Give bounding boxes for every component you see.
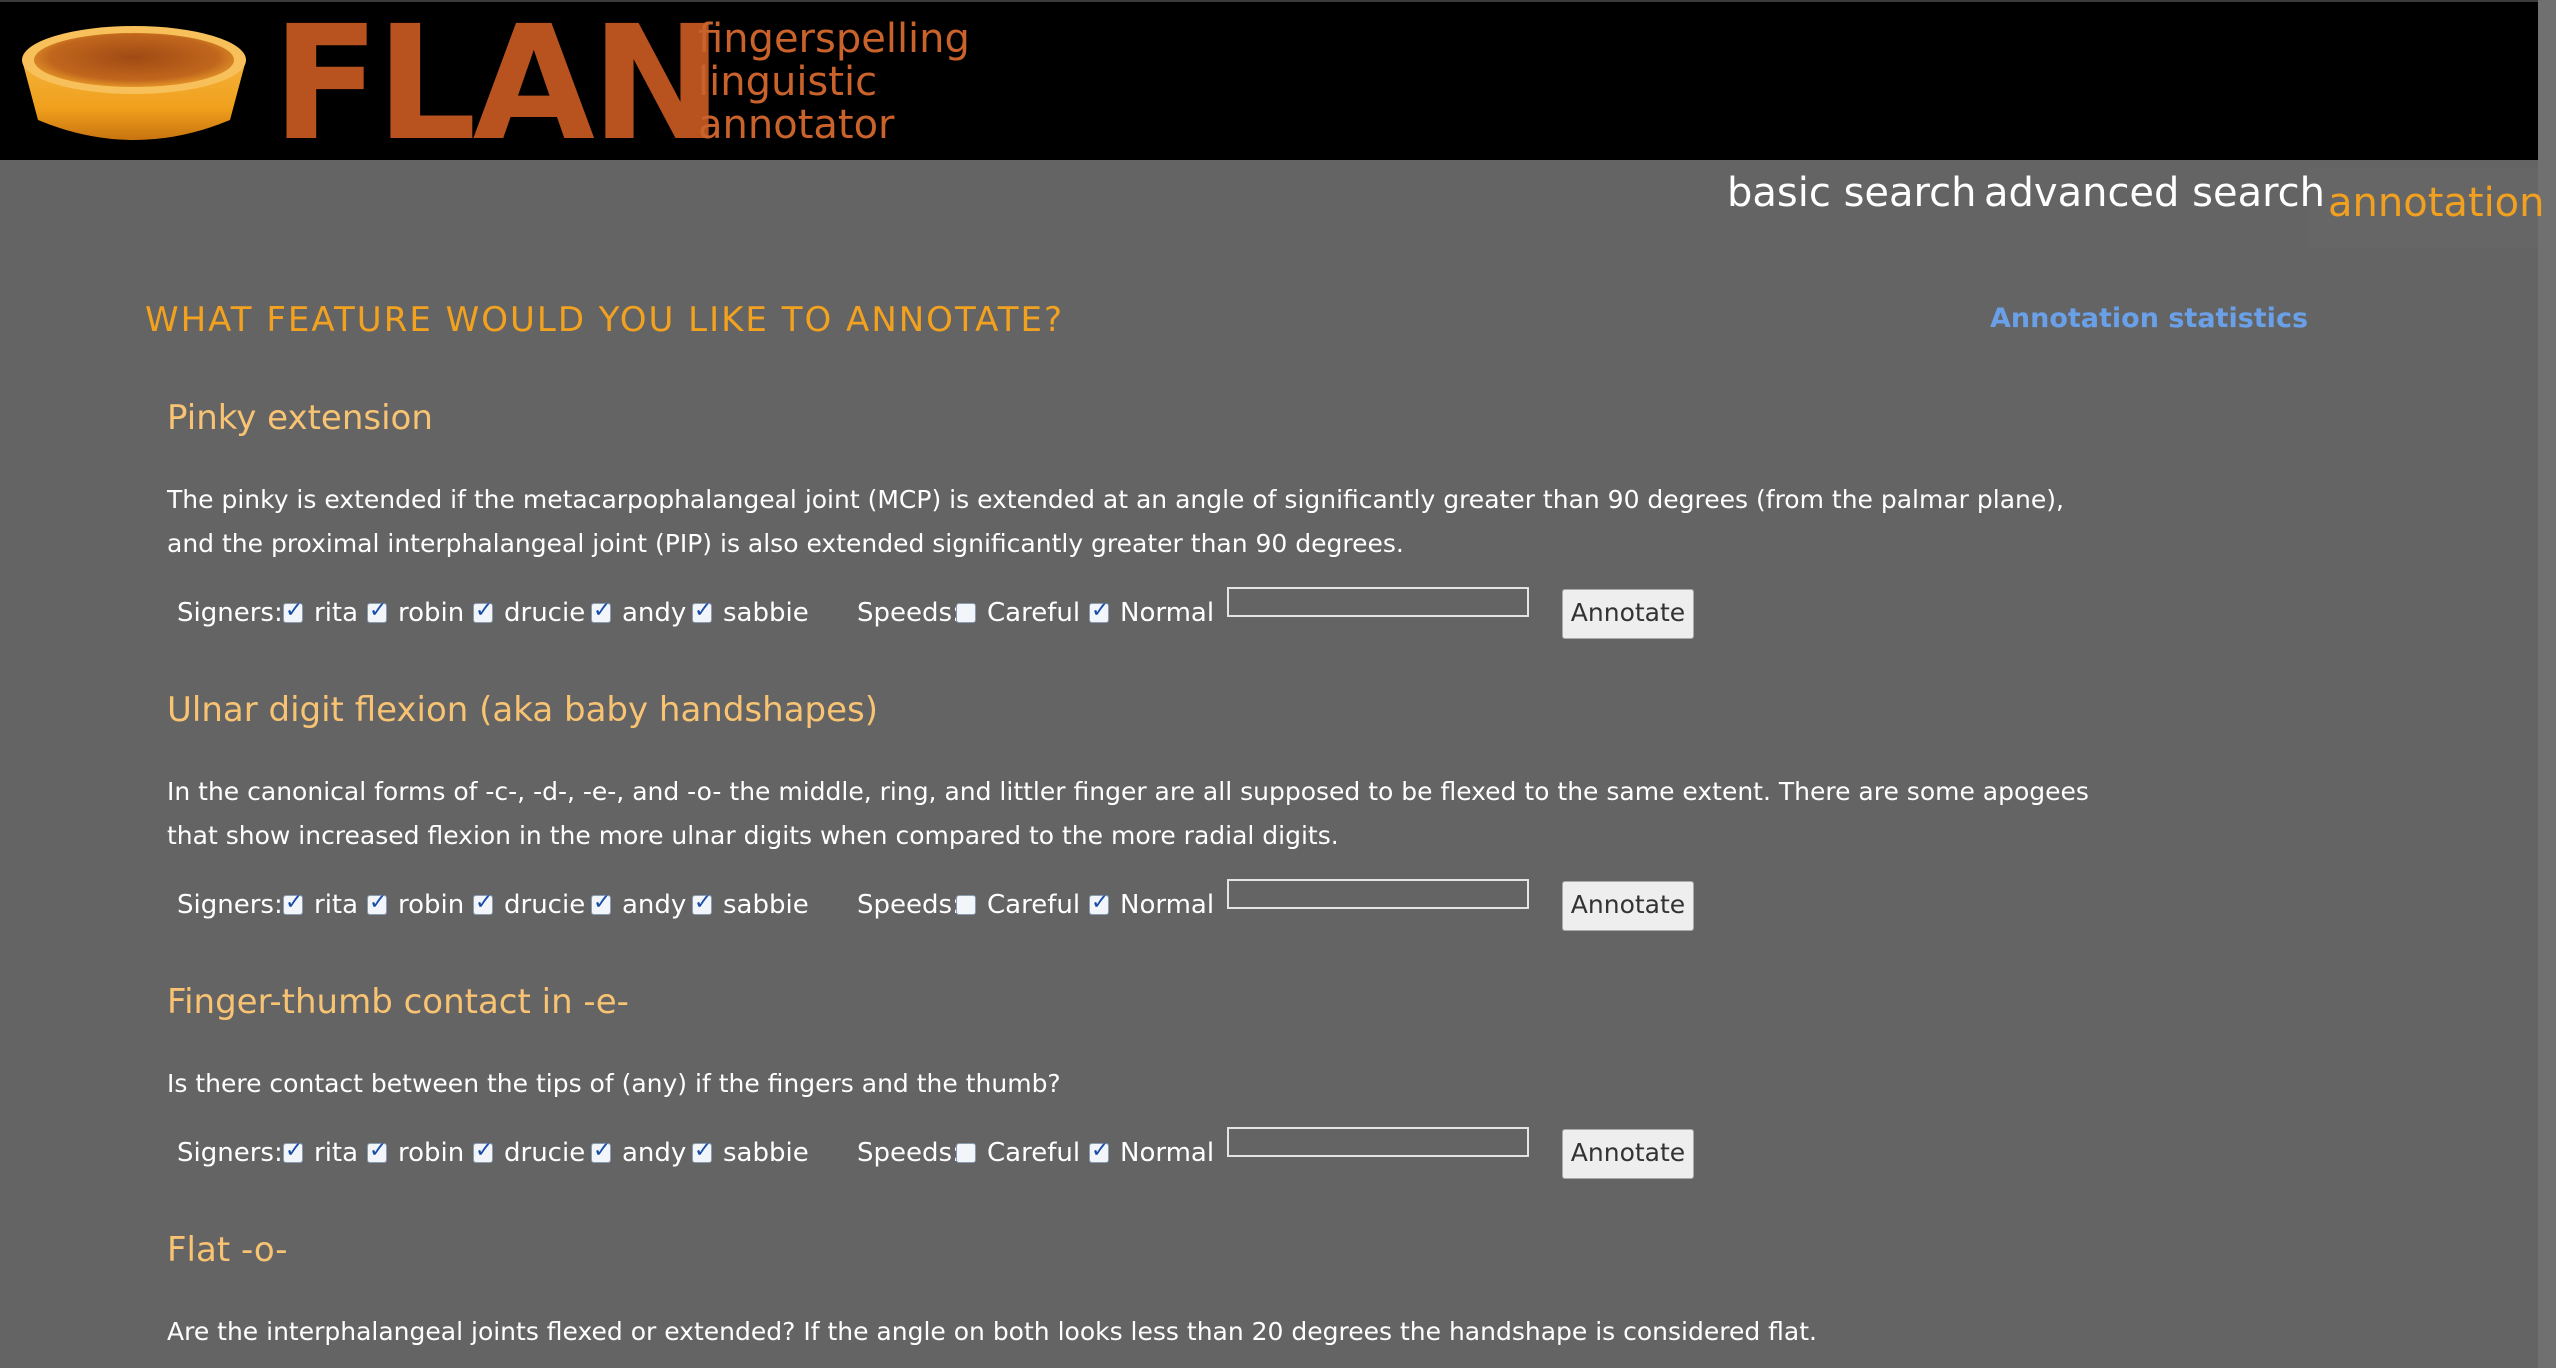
- signers-label: Signers:: [177, 1138, 283, 1168]
- logo-wordmark: FLAN: [272, 0, 723, 176]
- page-title: WHAT FEATURE WOULD YOU LIKE TO ANNOTATE?: [145, 300, 1064, 340]
- annotation-statistics-link[interactable]: Annotation statistics: [1990, 303, 2308, 334]
- signer-checkbox-sabbie[interactable]: [692, 598, 712, 623]
- signer-checkbox-andy[interactable]: [591, 890, 611, 915]
- feature-title-flat-o: Flat -o-: [167, 1230, 288, 1270]
- speed-label: Normal: [1120, 890, 1215, 920]
- signer-checkbox-robin[interactable]: [367, 598, 387, 623]
- site-header: FLAN fingerspelling linguistic annotator: [0, 0, 2556, 164]
- signer-label: robin: [398, 890, 465, 920]
- signer-label: robin: [398, 1138, 465, 1168]
- signer-label: sabbie: [723, 890, 809, 920]
- signers-label: Signers:: [177, 598, 283, 628]
- signer-checkbox-sabbie[interactable]: [692, 1138, 712, 1163]
- signer-checkbox-drucie[interactable]: [473, 890, 493, 915]
- flan-bowl-logo-icon: [22, 26, 246, 140]
- speed-label: Careful: [987, 1138, 1081, 1168]
- speed-label: Normal: [1120, 1138, 1215, 1168]
- speed-label: Careful: [987, 890, 1081, 920]
- annotate-button[interactable]: Annotate: [1562, 1129, 1694, 1179]
- feature-title-ulnar-digit-flexion: Ulnar digit flexion (aka baby handshapes…: [167, 690, 879, 730]
- signer-label: andy: [622, 890, 687, 920]
- feature-description: Is there contact between the tips of (an…: [167, 1069, 1061, 1098]
- feature-description: Are the interphalangeal joints flexed or…: [167, 1317, 1817, 1346]
- logo-tagline: fingerspelling linguistic annotator: [698, 18, 970, 147]
- speed-checkbox-normal[interactable]: [1089, 890, 1109, 915]
- speed-checkbox-normal[interactable]: [1089, 1138, 1109, 1163]
- signers-label: Signers:: [177, 890, 283, 920]
- signer-label: andy: [622, 598, 687, 628]
- feature-description: The pinky is extended if the metacarpoph…: [167, 485, 2064, 558]
- signer-label: rita: [314, 1138, 359, 1168]
- annotation-input[interactable]: [1227, 879, 1529, 909]
- signer-checkbox-robin[interactable]: [367, 1138, 387, 1163]
- signer-checkbox-drucie[interactable]: [473, 1138, 493, 1163]
- nav-basic-search[interactable]: basic search: [1727, 170, 1976, 216]
- feature-title-finger-thumb-contact: Finger-thumb contact in -e-: [167, 982, 629, 1022]
- speeds-label: Speeds:: [857, 890, 961, 920]
- signer-checkbox-rita[interactable]: [283, 1138, 303, 1163]
- speed-checkbox-careful[interactable]: [956, 1143, 976, 1163]
- signer-label: andy: [622, 1138, 687, 1168]
- feature-description: In the canonical forms of -c-, -d-, -e-,…: [167, 777, 2089, 850]
- signer-label: drucie: [504, 890, 586, 920]
- annotation-input[interactable]: [1227, 587, 1529, 617]
- signer-checkbox-andy[interactable]: [591, 1138, 611, 1163]
- signer-checkbox-drucie[interactable]: [473, 598, 493, 623]
- tagline-line: fingerspelling: [698, 16, 970, 62]
- annotate-button[interactable]: Annotate: [1562, 589, 1694, 639]
- signer-label: rita: [314, 598, 359, 628]
- speeds-label: Speeds:: [857, 598, 961, 628]
- feature-title-pinky-extension: Pinky extension: [167, 398, 433, 438]
- tagline-line: linguistic: [698, 59, 878, 105]
- speed-checkbox-careful[interactable]: [956, 895, 976, 915]
- signer-label: sabbie: [723, 1138, 809, 1168]
- signer-checkbox-sabbie[interactable]: [692, 890, 712, 915]
- signer-label: sabbie: [723, 598, 809, 628]
- nav-annotation[interactable]: annotation: [2328, 180, 2545, 226]
- signer-checkbox-rita[interactable]: [283, 598, 303, 623]
- annotate-button[interactable]: Annotate: [1562, 881, 1694, 931]
- tagline-line: annotator: [698, 102, 895, 148]
- speed-label: Normal: [1120, 598, 1215, 628]
- signer-checkbox-robin[interactable]: [367, 890, 387, 915]
- signer-label: rita: [314, 890, 359, 920]
- speed-label: Careful: [987, 598, 1081, 628]
- speed-checkbox-normal[interactable]: [1089, 598, 1109, 623]
- signer-label: drucie: [504, 598, 586, 628]
- speeds-label: Speeds:: [857, 1138, 961, 1168]
- speed-checkbox-careful[interactable]: [956, 603, 976, 623]
- signer-label: robin: [398, 598, 465, 628]
- signer-checkbox-andy[interactable]: [591, 598, 611, 623]
- annotation-input[interactable]: [1227, 1127, 1529, 1157]
- nav-advanced-search[interactable]: advanced search: [1984, 170, 2325, 216]
- signer-label: drucie: [504, 1138, 586, 1168]
- signer-checkbox-rita[interactable]: [283, 890, 303, 915]
